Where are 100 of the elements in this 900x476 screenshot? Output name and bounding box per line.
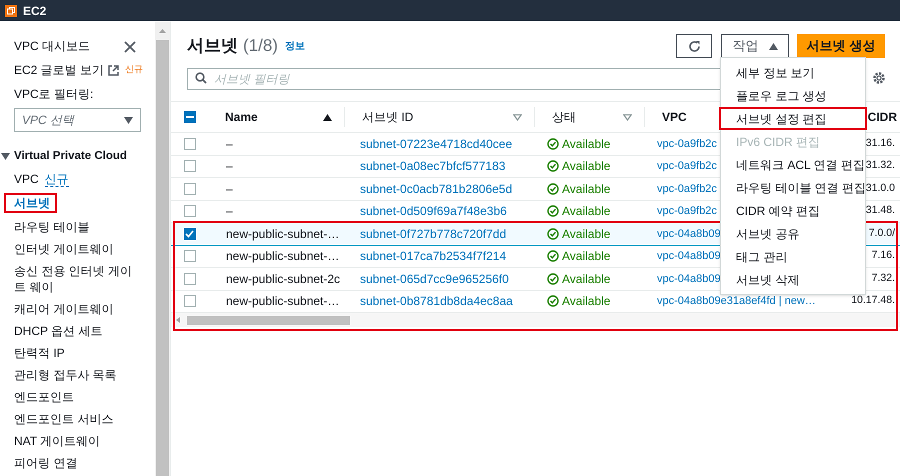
status-text: Available — [562, 248, 610, 266]
vpc-link[interactable]: vpc-0a9fb2c — [657, 182, 717, 194]
new-label[interactable]: 신규 — [44, 172, 69, 187]
column-header[interactable]: CIDR — [868, 108, 897, 126]
column-header[interactable]: Name — [225, 108, 258, 126]
vpc-link[interactable]: vpc-04a8b09 — [657, 228, 721, 240]
subnet-id-link[interactable]: subnet-017ca7b2534f7f214 — [360, 249, 506, 264]
nav-link[interactable]: 라우팅 테이블 — [14, 219, 90, 236]
name-cell: new-public-subnet-… — [226, 249, 340, 264]
check-circle-icon — [547, 272, 559, 285]
nav-link[interactable]: EC2 글로벌 보기 — [14, 61, 104, 79]
check-circle-icon — [547, 228, 559, 240]
row-checkbox[interactable] — [184, 205, 196, 218]
menu-item[interactable]: 서브넷 공유 — [721, 222, 865, 245]
nav-link[interactable]: 피어링 연결 — [14, 455, 78, 472]
section-title[interactable]: Virtual Private Cloud — [14, 148, 127, 166]
nav-link[interactable]: 캐리어 게이트웨이 — [14, 301, 114, 318]
nav-link[interactable]: VPC 대시보드 — [14, 37, 90, 55]
vpc-link[interactable]: vpc-04a8b09 — [657, 272, 721, 284]
caret-icon[interactable] — [1, 153, 10, 160]
subnet-id-link[interactable]: subnet-065d7cc9e965256f0 — [360, 272, 509, 286]
nav-link[interactable]: 엔드포인트 서비스 — [14, 411, 114, 428]
create-subnet-button[interactable]: 서브넷 생성 — [797, 34, 885, 58]
scrollbar-thumb[interactable] — [156, 40, 169, 476]
name-cell: new-public-subnet-2c — [226, 272, 340, 286]
row-checkbox[interactable] — [184, 250, 196, 262]
nav-link[interactable]: 엔드포인트 — [14, 389, 74, 406]
subnet-id-link[interactable]: subnet-0f727b778c720f7dd — [360, 226, 506, 241]
vpc-link[interactable]: vpc-0a9fb2c — [657, 138, 717, 150]
name-cell: – — [226, 182, 233, 196]
vpc-link[interactable]: vpc-04a8b09 — [657, 250, 721, 262]
menu-item[interactable]: 네트워크 ACL 연결 편집 — [721, 153, 865, 176]
menu-item[interactable]: 태그 관리 — [721, 245, 865, 268]
row-checkbox[interactable] — [184, 272, 196, 285]
info-link[interactable]: 정보 — [284, 38, 305, 54]
column-header[interactable]: 서브넷 ID — [362, 108, 414, 126]
external-link-icon — [108, 64, 120, 76]
nav-link[interactable]: NAT 게이트웨이 — [14, 433, 100, 450]
menu-item[interactable]: CIDR 예약 편집 — [721, 199, 865, 222]
row-checkbox[interactable] — [184, 160, 196, 172]
check-circle-icon — [547, 205, 559, 218]
new-label: 신규 — [125, 63, 144, 76]
subnet-id-link[interactable]: subnet-07223e4718cd40cee — [360, 136, 512, 151]
vpc-select[interactable]: VPC 선택 — [14, 108, 141, 132]
nav-link[interactable]: 탄력적 IP — [14, 345, 65, 362]
name-cell: new-public-subnet-… — [226, 226, 340, 241]
service-name[interactable]: EC2 — [23, 2, 46, 20]
menu-item[interactable]: 서브넷 설정 편집 — [719, 107, 867, 130]
menu-item[interactable]: 서브넷 삭제 — [721, 268, 865, 291]
status-text: Available — [562, 158, 610, 176]
select-all-checkbox[interactable] — [184, 111, 196, 123]
subnet-id-link[interactable]: subnet-0c0acb781b2806e5d — [360, 182, 512, 196]
status-text: Available — [562, 270, 610, 288]
name-cell: – — [226, 204, 233, 218]
name-cell: – — [226, 136, 233, 151]
scrollbar-thumb[interactable] — [187, 316, 350, 324]
column-header[interactable]: VPC — [662, 108, 687, 126]
vpc-link[interactable]: vpc-0a9fb2c — [657, 205, 717, 217]
close-icon[interactable] — [124, 41, 136, 53]
nav-link[interactable]: 서브넷 — [4, 193, 57, 214]
menu-item[interactable]: 라우팅 테이블 연결 편집 — [721, 176, 865, 199]
cube-icon — [5, 4, 17, 16]
column-header[interactable]: 상태 — [552, 108, 576, 126]
caret-icon — [124, 116, 133, 124]
row-checkbox[interactable] — [184, 228, 196, 240]
caret-icon — [768, 42, 778, 50]
subnet-id-link[interactable]: subnet-0a08ec7bfcf577183 — [360, 159, 506, 174]
row-checkbox[interactable] — [184, 295, 196, 308]
scroll-up-icon[interactable] — [159, 29, 166, 33]
nav-link[interactable]: VPC — [14, 171, 39, 188]
settings-icon[interactable] — [872, 71, 886, 85]
cidr-cell-text: 31.0.0 — [866, 180, 895, 196]
cidr-cell-text: 7.32. — [872, 270, 895, 286]
subnet-id-link[interactable]: subnet-0b8781db8da4ec8aa — [360, 294, 513, 308]
refresh-icon — [688, 40, 700, 52]
check-circle-icon — [547, 160, 559, 172]
nav-link[interactable]: 송신 전용 인터넷 게이트 웨이 — [14, 263, 140, 296]
row-checkbox[interactable] — [184, 138, 196, 150]
subnet-id-link[interactable]: subnet-0d509f69a7f48e3b6 — [360, 204, 507, 218]
scroll-left-icon[interactable] — [176, 317, 180, 323]
sort-icon[interactable] — [323, 114, 332, 120]
cidr-cell-text: 31.32. — [866, 158, 895, 174]
check-circle-icon — [547, 182, 559, 195]
check-circle-icon — [547, 138, 559, 150]
nav-link[interactable]: 관리형 접두사 목록 — [14, 367, 117, 384]
status-text: Available — [562, 136, 610, 153]
status-text: Available — [562, 203, 610, 220]
filter-label: VPC로 필터링: — [13, 86, 94, 103]
cidr-cell-text: 10.17.48. — [851, 293, 895, 308]
vpc-link[interactable]: vpc-0a9fb2c — [657, 160, 717, 172]
item-count: (1/8) — [243, 35, 278, 58]
nav-link[interactable]: 인터넷 게이트웨이 — [14, 241, 114, 258]
vpc-link[interactable]: vpc-04a8b09e31a8ef4fd | new… — [657, 295, 816, 307]
refresh-button[interactable] — [676, 34, 712, 58]
row-checkbox[interactable] — [184, 182, 196, 195]
cidr-cell-text: 7.16. — [872, 248, 895, 264]
status-text: Available — [562, 226, 610, 243]
cidr-cell-text: 7.0.0/ — [868, 226, 895, 241]
actions-button[interactable]: 작업 — [721, 34, 789, 58]
nav-link[interactable]: DHCP 옵션 세트 — [14, 323, 102, 340]
